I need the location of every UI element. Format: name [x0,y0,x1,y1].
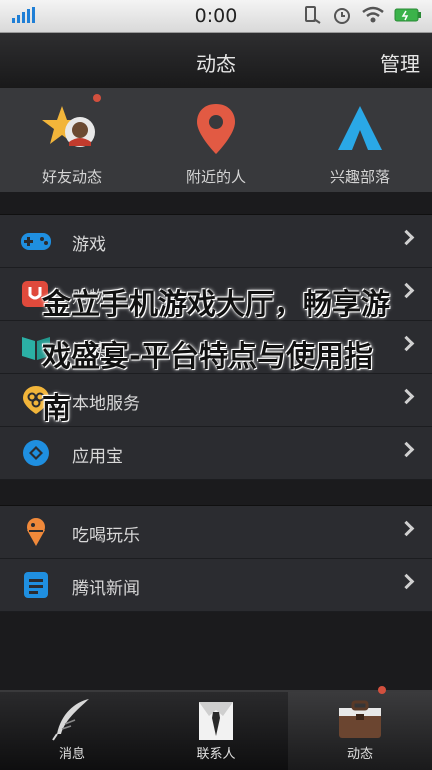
menu-item-news[interactable]: 腾讯新闻 [0,559,432,612]
alarm-icon [334,8,350,24]
chevron-right-icon [398,573,415,590]
chevron-right-icon [398,520,415,537]
menu-item-label: 吃喝玩乐 [72,526,140,546]
tab-contacts[interactable]: 联系人 [144,692,288,770]
screen-rotation-icon [305,6,321,24]
menu-item-label: 腾讯新闻 [72,579,140,599]
tab-label: 动态 [346,747,373,762]
menu-item-games[interactable]: 游戏 [0,215,432,268]
status-bar: 0:00 [0,0,432,33]
feather-icon [52,699,89,741]
tab-label: 消息 [58,747,85,762]
wifi-icon [362,6,384,23]
menu-item-label: 应用宝 [72,447,123,467]
tent-icon [338,106,382,150]
menu-item-label: 游戏 [72,235,106,255]
quick-action-label: 好友动态 [41,168,102,186]
chevron-right-icon [398,441,415,458]
tab-label: 联系人 [196,747,236,762]
quick-action-label: 附近的人 [185,168,246,186]
news-icon [24,572,48,598]
menu-item-app-store[interactable]: 应用宝 [0,427,432,480]
contacts-icon [199,702,233,740]
tab-feed[interactable]: 动态 [288,686,432,770]
overlay-caption: 金立手机游戏大厅，畅享游戏盛宴-平台特点与使用指南 [42,287,391,425]
tab-messages[interactable]: 消息 [0,692,144,770]
quick-action-friends[interactable]: 好友动态 [7,94,137,188]
chevron-right-icon [398,229,415,246]
menu-item-food-fun[interactable]: 吃喝玩乐 [0,506,432,559]
tab-bar: 消息 联系人 动态 [0,686,432,770]
quick-action-label: 兴趣部落 [329,168,390,186]
gamepad-icon [21,233,51,250]
nav-bar: 动态 管理 [0,33,432,89]
quick-action-tribe[interactable]: 兴趣部落 [295,98,425,188]
quick-actions: 好友动态 附近的人 兴趣部落 [0,88,432,192]
menu-group-2: 吃喝玩乐 腾讯新闻 [0,505,432,612]
notification-dot [93,94,101,102]
manage-button[interactable]: 管理 [380,48,420,77]
ice-cream-icon [27,518,45,546]
page-title: 动态 [196,52,236,76]
location-pin-icon [197,104,235,154]
briefcase-icon [339,700,381,738]
quick-action-nearby[interactable]: 附近的人 [151,98,281,188]
app-store-icon [23,440,49,466]
notification-dot [378,686,386,694]
battery-icon [394,8,421,22]
star-avatar-icon [42,106,95,147]
